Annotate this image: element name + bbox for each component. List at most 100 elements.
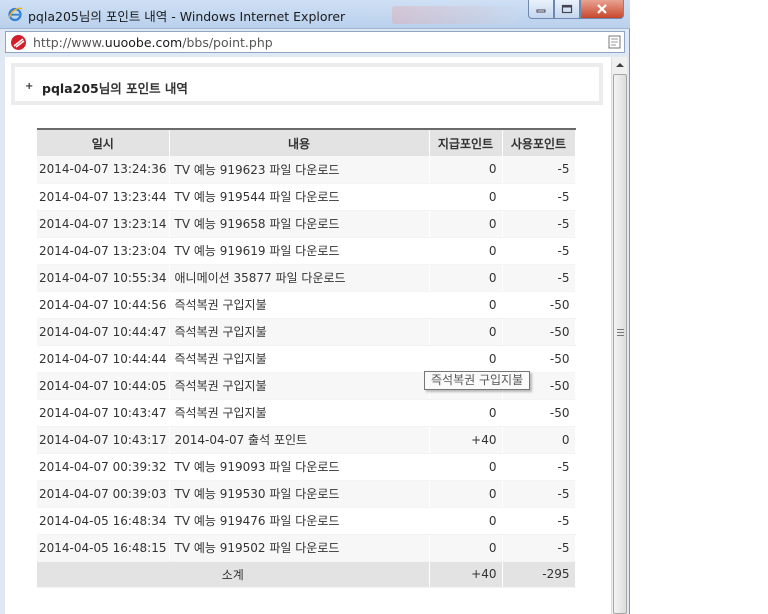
cell-used-points: -50 (502, 345, 576, 373)
cell-given-points: 0 (429, 156, 503, 184)
vertical-scrollbar[interactable] (611, 57, 627, 614)
page-title-suffix: 님의 포인트 내역 (98, 81, 188, 96)
scroll-up-button[interactable] (612, 57, 628, 73)
cell-date: 2014-04-05 16:48:15 (37, 534, 170, 562)
cell-date: 2014-04-07 00:39:03 (37, 480, 170, 508)
scrollbar-grip-line (617, 329, 624, 330)
cell-used-points: -5 (502, 264, 576, 292)
maximize-button[interactable] (554, 0, 580, 19)
cell-content: TV 예능 919093 파일 다운로드 (169, 453, 430, 481)
address-url-path: /bbs/point.php (182, 35, 273, 50)
table-row: 2014-04-07 10:44:47 즉석복권 구입지불 0 -50 (37, 318, 576, 346)
column-header-used: 사용포인트 (502, 128, 576, 156)
maximize-icon (561, 4, 573, 14)
header-bullet: + (25, 81, 34, 92)
address-url[interactable]: http://www.uuoobe.com/bbs/point.php (33, 35, 273, 50)
close-icon (597, 4, 607, 14)
cell-given-points: 0 (429, 534, 503, 562)
subtotal-given: +40 (429, 561, 503, 588)
close-button[interactable] (580, 0, 624, 19)
cell-used-points: -5 (502, 453, 576, 481)
column-header-date: 일시 (37, 128, 170, 156)
cell-date: 2014-04-07 10:55:34 (37, 264, 170, 292)
table-row: 2014-04-07 13:23:44 TV 예능 919544 파일 다운로드 0… (37, 183, 576, 211)
table-row: 2014-04-07 10:55:34 애니메이션 35877 파일 다운로드 0-… (37, 264, 576, 292)
cell-used-points: -50 (502, 399, 576, 427)
cell-given-points: 0 (429, 507, 503, 535)
cell-date: 2014-04-07 10:43:47 (37, 399, 170, 427)
window-title: pqla205님의 포인트 내역 - Windows Internet Expl… (28, 9, 346, 24)
cell-content: TV 예능 919476 파일 다운로드 (169, 507, 430, 535)
scrollbar-grip-line (617, 332, 624, 333)
cell-content: 즉석복권 구입지불 (169, 372, 430, 400)
column-header-content: 내용 (169, 128, 430, 156)
cell-content: 즉석복권 구입지불 (169, 318, 430, 346)
subtotal-used: -295 (502, 561, 576, 588)
cell-given-points: 0 (429, 237, 503, 265)
page-header: + pqla205님의 포인트 내역 (11, 63, 603, 105)
cell-given-points: 0 (429, 453, 503, 481)
cell-content: TV 예능 919619 파일 다운로드 (169, 237, 430, 265)
cell-given-points: 0 (429, 291, 503, 319)
table-header-row: 일시 내용 지급포인트 사용포인트 (37, 128, 576, 156)
cell-used-points: -5 (502, 480, 576, 508)
cell-date: 2014-04-07 10:44:05 (37, 372, 170, 400)
cell-content: TV 예능 919658 파일 다운로드 (169, 210, 430, 238)
title-bar: pqla205님의 포인트 내역 - Windows Internet Expl… (0, 0, 630, 29)
table-row: 2014-04-07 00:39:03 TV 예능 919530 파일 다운로드 0… (37, 480, 576, 508)
minimize-button[interactable] (528, 0, 554, 19)
cell-date: 2014-04-07 13:23:14 (37, 210, 170, 238)
cell-used-points: -5 (502, 507, 576, 535)
cell-given-points: 0 (429, 399, 503, 427)
cell-date: 2014-04-07 13:24:36 (37, 156, 170, 184)
address-url-host: uuoobe.com (104, 35, 183, 50)
cell-date: 2014-04-07 00:39:32 (37, 453, 170, 481)
cell-given-points: 0 (429, 318, 503, 346)
table-row: 2014-04-07 13:24:36 TV 예능 919623 파일 다운로드 0… (37, 156, 576, 184)
cell-date: 2014-04-07 10:44:56 (37, 291, 170, 319)
cell-given-points: 0 (429, 183, 503, 211)
page-content: + pqla205님의 포인트 내역 일시 내용 지급포인트 사용포인트 201… (5, 57, 611, 614)
cell-used-points: -5 (502, 210, 576, 238)
cell-content: 즉석복권 구입지불 (169, 399, 430, 427)
table-row: 2014-04-07 10:43:17 2014-04-07 출석 포인트 +40 0 (37, 426, 576, 454)
cell-date: 2014-04-07 10:43:17 (37, 426, 170, 454)
cell-date: 2014-04-07 10:44:44 (37, 345, 170, 373)
cell-used-points: -50 (502, 291, 576, 319)
table-row: 2014-04-07 10:43:47 즉석복권 구입지불 0 -50 (37, 399, 576, 427)
table-row: 2014-04-07 13:23:14 TV 예능 919658 파일 다운로드 0… (37, 210, 576, 238)
cell-used-points: 0 (502, 426, 576, 454)
cell-content: TV 예능 919530 파일 다운로드 (169, 480, 430, 508)
table-row: 2014-04-07 10:44:56 즉석복권 구입지불 0 -50 (37, 291, 576, 319)
cell-given-points: 0 (429, 345, 503, 373)
internet-explorer-icon (8, 7, 23, 22)
cell-used-points: -5 (502, 237, 576, 265)
page-title-user: pqla205 (42, 81, 99, 96)
table-row: 2014-04-05 16:48:15 TV 예능 919502 파일 다운로드 0… (37, 534, 576, 562)
cell-given-points: 0 (429, 264, 503, 292)
cell-used-points: -5 (502, 534, 576, 562)
address-bar[interactable]: http://www.uuoobe.com/bbs/point.php (5, 31, 625, 53)
column-header-given: 지급포인트 (429, 128, 503, 156)
scrollbar-thumb[interactable] (613, 74, 627, 614)
cell-given-points: +40 (429, 426, 503, 454)
chevron-up-icon (616, 63, 624, 67)
subtotal-row: 소계 +40 -295 (37, 561, 576, 588)
cell-given-points: 0 (429, 210, 503, 238)
table-row: 2014-04-07 13:23:04 TV 예능 919619 파일 다운로드 0… (37, 237, 576, 265)
point-history-table-wrap: 일시 내용 지급포인트 사용포인트 2014-04-07 13:24:36 TV … (37, 128, 576, 588)
cell-content: 애니메이션 35877 파일 다운로드 (169, 264, 430, 292)
cell-used-points: -5 (502, 183, 576, 211)
subtotal-label: 소계 (37, 561, 430, 588)
cell-content: TV 예능 919623 파일 다운로드 (169, 156, 430, 184)
background-window-ghost (392, 6, 517, 24)
minimize-icon (536, 9, 546, 13)
address-url-scheme: http://www. (33, 35, 105, 50)
compatibility-view-icon[interactable] (608, 35, 621, 49)
table-row: 2014-04-07 00:39:32 TV 예능 919093 파일 다운로드 0… (37, 453, 576, 481)
cell-used-points: -5 (502, 156, 576, 184)
cell-given-points: 0 (429, 480, 503, 508)
window-controls (528, 0, 624, 19)
table-row: 2014-04-05 16:48:34 TV 예능 919476 파일 다운로드 0… (37, 507, 576, 535)
cell-content: 즉석복권 구입지불 (169, 345, 430, 373)
